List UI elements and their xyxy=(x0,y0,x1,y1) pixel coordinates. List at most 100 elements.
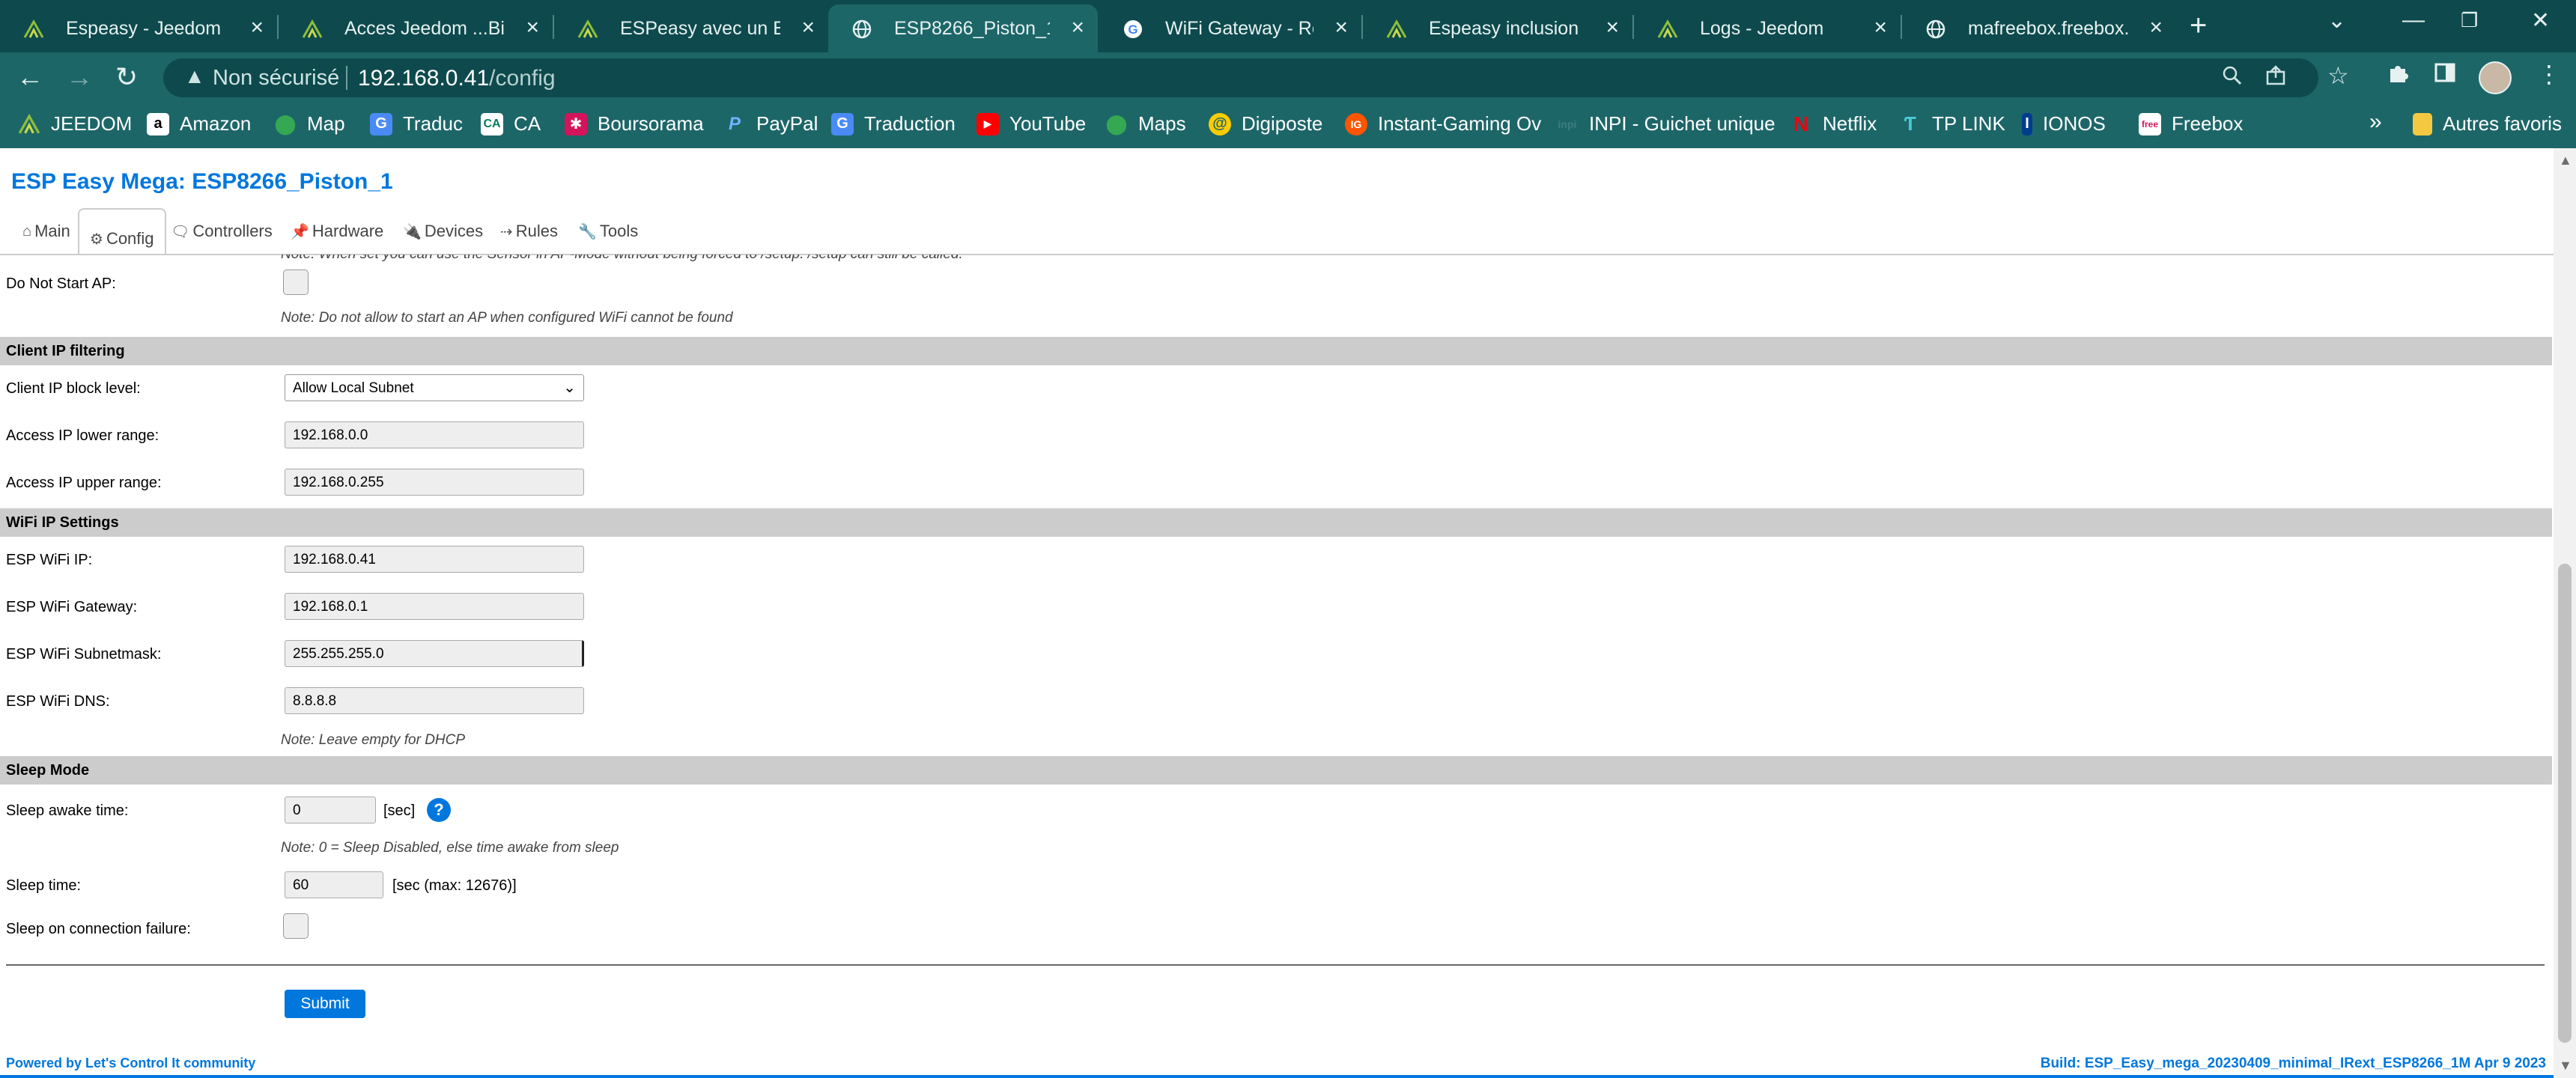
esp-wifi-ip-input[interactable]: 192.168.0.41 xyxy=(285,546,584,573)
tab-espeasy-esp8266[interactable]: ESPeasy avec un ESP8266 × xyxy=(554,4,828,52)
submit-button[interactable]: Submit xyxy=(285,990,365,1018)
tab-logs-jeedom[interactable]: Logs - Jeedom × xyxy=(1634,4,1901,52)
close-icon[interactable]: × xyxy=(801,15,815,40)
tab-wifi-gateway[interactable]: G WiFi Gateway - Recherche × xyxy=(1099,4,1361,52)
side-panel-icon[interactable] xyxy=(2434,61,2456,90)
minimize-icon[interactable]: — xyxy=(2402,7,2425,33)
do-not-start-ap-checkbox[interactable] xyxy=(283,270,309,295)
tab-espeasy-inclusion[interactable]: Espeasy inclusion impossible × xyxy=(1363,4,1632,52)
bookmark-freebox[interactable]: free Freebox xyxy=(2139,112,2243,135)
bookmark-netflix[interactable]: N Netflix xyxy=(1790,112,1877,135)
access-ip-upper-input[interactable]: 192.168.0.255 xyxy=(285,469,584,496)
tab-title: Acces Jeedom ...Bizarre xyxy=(344,18,505,39)
vertical-scrollbar[interactable]: ▲ ▼ xyxy=(2554,148,2576,1078)
tab-esp8266-piston[interactable]: ESP8266_Piston_1 × xyxy=(828,4,1098,52)
bookmark-star-icon[interactable]: ☆ xyxy=(2327,61,2349,90)
esp-wifi-subnetmask-input[interactable]: 255.255.255.0 xyxy=(285,640,584,667)
help-question-icon[interactable]: ? xyxy=(427,798,451,822)
bookmark-traduction[interactable]: G Traduction xyxy=(831,112,956,135)
tab-espeasy-jeedom[interactable]: Espeasy - Jeedom × xyxy=(0,4,277,52)
tab-title: Logs - Jeedom xyxy=(1700,18,1824,39)
tab-controllers[interactable]: 🗨 Controllers xyxy=(171,222,273,241)
access-ip-lower-input[interactable]: 192.168.0.0 xyxy=(285,421,584,448)
back-arrow-icon[interactable]: ← xyxy=(16,61,43,93)
tab-title: WiFi Gateway - Recherche xyxy=(1165,18,1313,39)
esp-wifi-dns-label: ESP WiFi DNS: xyxy=(6,693,110,710)
client-ip-filtering-section: Client IP filtering xyxy=(0,337,2552,365)
community-link[interactable]: Let's Control It community xyxy=(85,1056,255,1071)
url-text[interactable]: 192.168.0.41/config xyxy=(358,66,556,91)
bookmark-amazon[interactable]: a Amazon xyxy=(147,112,251,135)
bookmark-maps[interactable]: ⬤ Maps xyxy=(1105,112,1185,135)
freebox-icon: free xyxy=(2139,112,2161,135)
close-icon[interactable]: × xyxy=(2149,15,2163,40)
restore-icon[interactable]: ❐ xyxy=(2461,9,2478,32)
warning-triangle-icon[interactable]: ▲ xyxy=(184,64,205,88)
scroll-up-icon[interactable]: ▲ xyxy=(2559,153,2572,168)
boursorama-icon: ✱ xyxy=(565,112,587,135)
close-icon[interactable]: × xyxy=(250,15,264,40)
close-icon[interactable]: × xyxy=(1334,15,1348,40)
esp-wifi-ip-label: ESP WiFi IP: xyxy=(6,552,93,568)
profile-avatar[interactable] xyxy=(2479,61,2512,94)
inpi-icon: inpi xyxy=(1558,118,1577,130)
tab-tools[interactable]: 🔧 Tools xyxy=(578,222,638,241)
bookmark-label: TP LINK xyxy=(1932,112,2005,135)
esp-wifi-dns-input[interactable]: 8.8.8.8 xyxy=(285,687,584,714)
tab-search-chevron-icon[interactable]: ⌄ xyxy=(2327,7,2346,34)
bookmark-label: Digiposte xyxy=(1242,112,1323,135)
bookmark-inpi[interactable]: inpi INPI - Guichet unique xyxy=(1556,112,1775,135)
bookmark-map[interactable]: ⬤ Map xyxy=(274,112,344,135)
close-icon[interactable]: × xyxy=(1071,15,1084,40)
bookmark-paypal[interactable]: P PayPal xyxy=(723,112,818,135)
other-bookmarks-folder[interactable]: Autres favoris xyxy=(2413,112,2562,135)
forward-arrow-icon[interactable]: → xyxy=(66,61,93,93)
bookmark-label: IONOS xyxy=(2043,112,2106,135)
reload-icon[interactable]: ↻ xyxy=(115,61,138,93)
close-icon[interactable]: × xyxy=(1874,15,1887,40)
security-indicator[interactable]: Non sécurisé xyxy=(213,66,339,91)
new-tab-plus-icon[interactable]: + xyxy=(2190,9,2207,43)
client-ip-block-level-select[interactable]: Allow Local Subnet ⌄ xyxy=(285,374,584,401)
tab-devices[interactable]: 🔌 Devices xyxy=(403,222,483,241)
bookmark-ca[interactable]: CA CA xyxy=(481,112,541,135)
bookmark-youtube[interactable]: ▶ YouTube xyxy=(976,112,1086,135)
bookmark-boursorama[interactable]: ✱ Boursorama xyxy=(565,112,704,135)
maps-pin-icon: ⬤ xyxy=(274,112,297,135)
close-icon[interactable]: × xyxy=(1606,15,1619,40)
bookmark-traduc[interactable]: G Traduc xyxy=(370,112,463,135)
sleep-on-failure-label: Sleep on connection failure: xyxy=(6,921,191,937)
amazon-icon: a xyxy=(147,112,169,135)
window-close-icon[interactable]: ✕ xyxy=(2531,7,2550,34)
bookmark-label: Amazon xyxy=(180,112,252,135)
tab-acces-jeedom[interactable]: Acces Jeedom ...Bizarre × xyxy=(279,4,553,52)
bookmark-ionos[interactable]: I IONOS xyxy=(2022,112,2106,135)
kebab-menu-icon[interactable]: ⋮ xyxy=(2537,60,2561,88)
bookmark-tplink[interactable]: Ƭ TP LINK xyxy=(1899,112,2005,135)
esp-wifi-gateway-input[interactable]: 192.168.0.1 xyxy=(285,593,584,620)
tab-hardware[interactable]: 📌 Hardware xyxy=(291,222,383,241)
bookmark-digiposte[interactable]: @ Digiposte xyxy=(1209,112,1322,135)
scroll-down-icon[interactable]: ▼ xyxy=(2559,1058,2572,1074)
url-host: 192.168.0.41 xyxy=(358,66,490,91)
sleep-awake-time-input[interactable]: 0 xyxy=(285,797,376,823)
tab-rules[interactable]: ⇢ Rules xyxy=(500,222,558,241)
tab-config[interactable]: ⚙ Config xyxy=(78,208,166,255)
page-viewport: ESP Easy Mega: ESP8266_Piston_1 ⌂ Main ⚙ C… xyxy=(0,148,2576,1078)
tab-freebox[interactable]: mafreebox.freebox.fr/ × xyxy=(1902,4,2176,52)
extensions-puzzle-icon[interactable] xyxy=(2386,61,2410,91)
close-icon[interactable]: × xyxy=(526,15,539,40)
sleep-time-input[interactable]: 60 xyxy=(285,871,383,898)
bookmark-jeedom[interactable]: JEEDOM xyxy=(18,112,132,135)
more-bookmarks-button[interactable]: » xyxy=(2369,109,2382,135)
globe-icon xyxy=(1925,18,1947,40)
zoom-search-icon[interactable] xyxy=(2221,64,2244,93)
sleep-on-failure-checkbox[interactable] xyxy=(283,913,309,939)
dhcp-note: Note: Leave empty for DHCP xyxy=(281,732,466,748)
scrollbar-thumb[interactable] xyxy=(2558,564,2572,1043)
tab-main[interactable]: ⌂ Main xyxy=(22,222,70,241)
bookmark-instant-gaming[interactable]: IG Instant-Gaming Ov xyxy=(1345,112,1541,135)
address-bar[interactable]: ▲ Non sécurisé 192.168.0.41/config xyxy=(163,58,2318,97)
bookmark-label: PayPal xyxy=(756,112,818,135)
share-icon[interactable] xyxy=(2264,64,2287,93)
